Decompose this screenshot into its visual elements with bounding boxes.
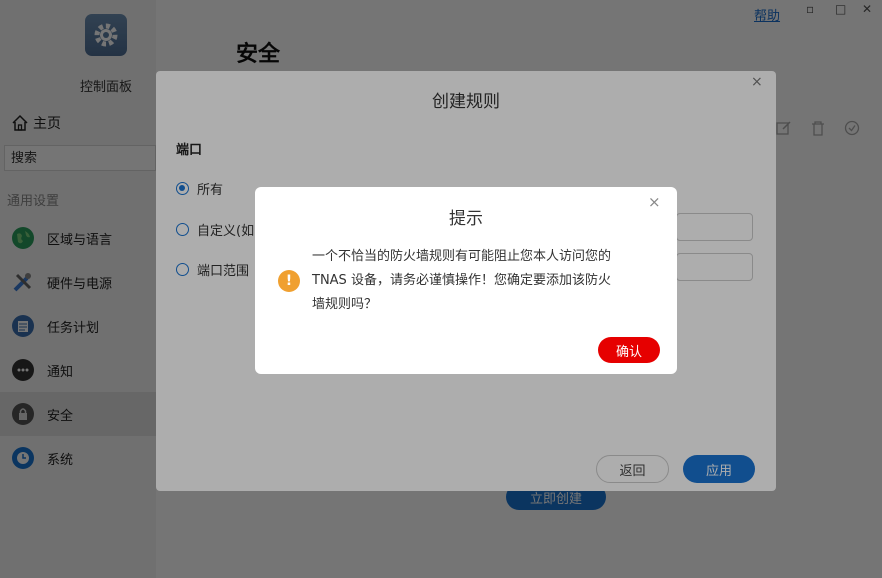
confirm-button[interactable]: 确认 xyxy=(598,337,660,363)
control-panel-app: 控制面板 主页 通用设置 区域与语言 硬件与电源 xyxy=(0,0,882,578)
close-icon[interactable]: × xyxy=(648,193,661,211)
warning-alert-dialog: 提示 × ! 一个不恰当的防火墙规则有可能阻止您本人访问您的 TNAS 设备，请… xyxy=(255,187,677,374)
alert-message-line: 一个不恰当的防火墙规则有可能阻止您本人访问您的 xyxy=(312,249,612,264)
alert-message-line: 墙规则吗？ xyxy=(312,297,378,312)
alert-message: 一个不恰当的防火墙规则有可能阻止您本人访问您的 TNAS 设备，请务必谨慎操作！… xyxy=(312,245,647,317)
alert-title: 提示 xyxy=(449,209,483,229)
alert-message-line: TNAS 设备，请务必谨慎操作！您确定要添加该防火 xyxy=(312,273,611,288)
warning-icon: ! xyxy=(278,270,300,292)
